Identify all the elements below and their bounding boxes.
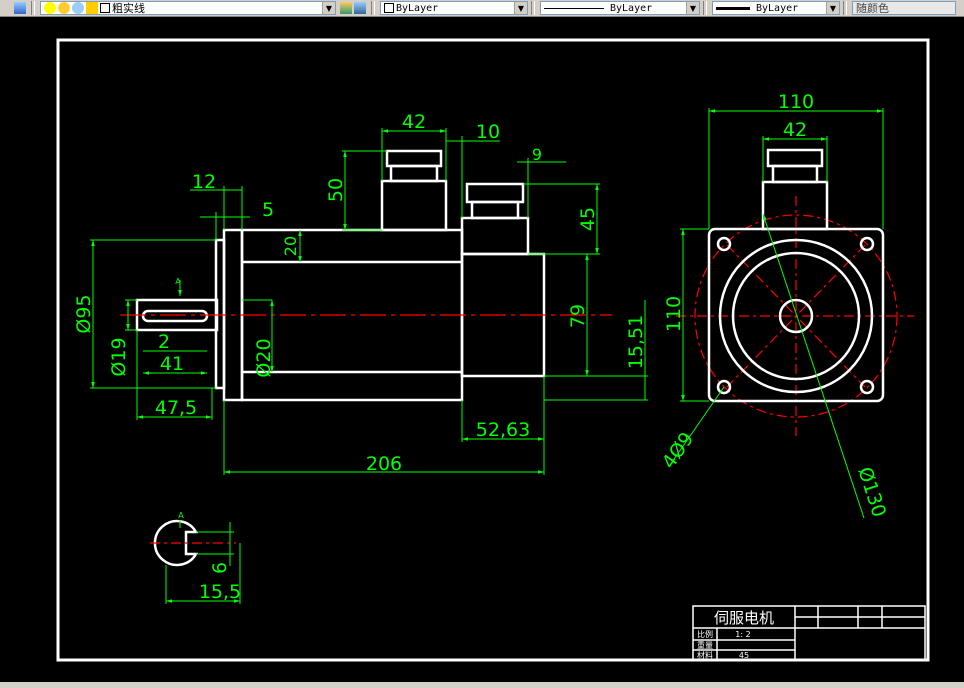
- dim-15-5: 15,5: [199, 581, 241, 603]
- dim-4xd9: 4Ø9: [658, 428, 698, 473]
- dim-6: 6: [209, 562, 231, 574]
- material-label: 材料: [697, 650, 713, 660]
- dim-20-upper: 20: [281, 236, 300, 256]
- dim-206: 206: [366, 453, 402, 475]
- dim-110-top: 110: [778, 91, 814, 113]
- dim-d19: Ø19: [108, 337, 130, 376]
- dim-15-51: 15,51: [625, 315, 647, 369]
- section-label-a: A: [178, 511, 184, 520]
- title-block-name: 伺服电机: [714, 609, 774, 627]
- shaft-keyway: [141, 309, 209, 323]
- drawing-canvas[interactable]: 110 42 42 10 9 12 5 50 45 20 Ø95 Ø19 2 4…: [0, 0, 964, 688]
- weight-label: 重量: [697, 640, 713, 650]
- scale-value: 1: 2: [735, 630, 750, 639]
- dim-9: 9: [532, 145, 542, 164]
- material-value: 45: [739, 651, 749, 660]
- dim-42-front: 42: [783, 119, 807, 141]
- dim-47-5: 47,5: [155, 397, 197, 419]
- connector-encoder: [460, 216, 530, 256]
- dim-d20-lower: Ø20: [253, 338, 275, 377]
- dim-79: 79: [567, 304, 589, 328]
- dim-d95: Ø95: [73, 294, 95, 333]
- dim-2: 2: [158, 331, 170, 353]
- dim-110-side: 110: [663, 296, 685, 332]
- mount-hole: [716, 236, 732, 252]
- arrow-label-a: A: [175, 277, 181, 286]
- horizontal-scrollbar[interactable]: [0, 682, 964, 688]
- dim-50: 50: [325, 178, 347, 202]
- dim-12: 12: [192, 171, 216, 193]
- connector-power: [380, 179, 448, 232]
- dim-45: 45: [577, 207, 599, 231]
- dim-42-side: 42: [402, 111, 426, 133]
- dimension-texts: 110 42 42 10 9 12 5 50 45 20 Ø95 Ø19 2 4…: [73, 91, 890, 603]
- dim-d130: Ø130: [853, 464, 890, 520]
- dim-5: 5: [262, 199, 274, 221]
- scale-label: 比例: [697, 629, 713, 639]
- front-connector: [761, 180, 829, 231]
- dim-52-63: 52,63: [476, 419, 530, 441]
- dim-10: 10: [476, 121, 500, 143]
- dim-41: 41: [160, 353, 184, 375]
